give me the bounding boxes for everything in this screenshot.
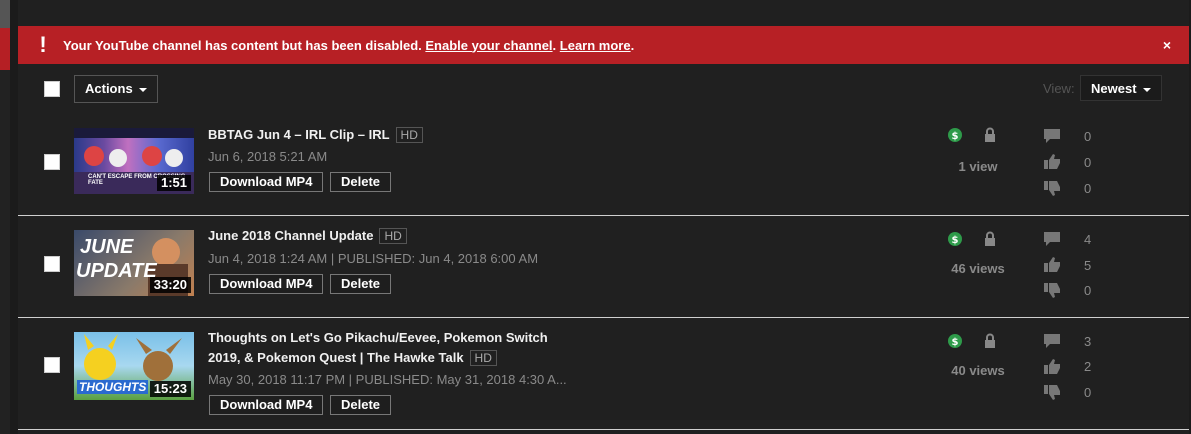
svg-text:$: $: [952, 337, 959, 348]
thumbs-up-icon: [1044, 154, 1060, 169]
video-row: CAN'T ESCAPE FROM CROSSING FATE 1:51 BBT…: [18, 114, 1189, 216]
alert-text: Your YouTube channel has content but has…: [63, 37, 422, 53]
video-title[interactable]: June 2018 Channel Update HD: [208, 226, 407, 246]
dislike-count: 0: [1084, 385, 1092, 400]
sort-label: Newest: [1091, 81, 1137, 96]
delete-button[interactable]: Delete: [330, 274, 392, 294]
comment-icon: [1044, 232, 1060, 246]
learn-more-link[interactable]: Learn more: [560, 38, 631, 53]
comment-count: 4: [1084, 232, 1092, 247]
video-checkbox[interactable]: [44, 154, 60, 170]
disabled-channel-alert: ! Your YouTube channel has content but h…: [18, 26, 1189, 64]
view-count: 40 views: [951, 363, 1005, 378]
video-thumbnail[interactable]: CAN'T ESCAPE FROM CROSSING FATE 1:51: [74, 128, 194, 194]
video-title[interactable]: BBTAG Jun 4 – IRL Clip – IRL HD: [208, 125, 423, 145]
video-date: May 30, 2018 11:17 PM | PUBLISHED: May 3…: [208, 372, 567, 387]
like-count: 5: [1084, 258, 1092, 273]
video-duration: 1:51: [156, 175, 191, 191]
download-mp4-button[interactable]: Download MP4: [209, 274, 324, 294]
exclamation-icon: !: [39, 32, 47, 57]
hd-badge: HD: [379, 228, 407, 244]
left-edge-tab: [0, 0, 10, 28]
lock-icon[interactable]: [984, 333, 996, 348]
close-icon[interactable]: ×: [1163, 26, 1171, 64]
comment-count: 0: [1084, 129, 1092, 144]
thumbs-down-icon: [1044, 181, 1060, 196]
select-all-checkbox[interactable]: [44, 81, 60, 97]
download-mp4-button[interactable]: Download MP4: [209, 172, 324, 192]
lock-icon[interactable]: [984, 231, 996, 246]
hd-badge: HD: [395, 127, 423, 143]
sort-select[interactable]: Newest: [1080, 75, 1162, 101]
caret-down-icon: [138, 87, 147, 92]
delete-button[interactable]: Delete: [330, 172, 392, 192]
video-checkbox[interactable]: [44, 357, 60, 373]
dislike-count: 0: [1084, 181, 1092, 196]
dollar-icon[interactable]: $: [948, 334, 962, 348]
like-count: 2: [1084, 359, 1092, 374]
thumbs-down-icon: [1044, 385, 1060, 400]
lock-icon[interactable]: [984, 127, 996, 142]
delete-button[interactable]: Delete: [330, 395, 392, 415]
comment-icon: [1044, 129, 1060, 143]
video-date: Jun 6, 2018 5:21 AM: [208, 149, 328, 164]
row-divider: [18, 429, 1189, 430]
view-count: 1 view: [958, 159, 998, 174]
video-row: JUNE UPDATE 33:20 June 2018 Channel Upda…: [18, 216, 1189, 318]
video-date: Jun 4, 2018 1:24 AM | PUBLISHED: Jun 4, …: [208, 251, 539, 266]
video-row: THOUGHTS 15:23 Thoughts on Let's Go Pika…: [18, 318, 1189, 432]
hd-badge: HD: [469, 350, 497, 366]
dollar-icon[interactable]: $: [948, 128, 962, 142]
video-title-text: Thoughts on Let's Go Pikachu/Eevee, Poke…: [208, 330, 548, 345]
video-thumbnail[interactable]: THOUGHTS 15:23: [74, 332, 194, 400]
alert-message: Your YouTube channel has content but has…: [63, 37, 635, 53]
comment-icon: [1044, 334, 1060, 348]
thumbs-up-icon: [1044, 359, 1060, 374]
video-duration: 33:20: [149, 277, 191, 293]
left-edge: [0, 0, 10, 434]
video-duration: 15:23: [149, 381, 191, 397]
enable-channel-link[interactable]: Enable your channel: [425, 38, 552, 53]
like-count: 0: [1084, 155, 1092, 170]
svg-text:$: $: [952, 235, 959, 246]
download-mp4-button[interactable]: Download MP4: [209, 395, 324, 415]
comment-count: 3: [1084, 334, 1092, 349]
video-thumbnail[interactable]: JUNE UPDATE 33:20: [74, 230, 194, 296]
video-checkbox[interactable]: [44, 256, 60, 272]
view-label: View:: [1043, 81, 1075, 96]
thumbnail-caption-line2: UPDATE: [76, 260, 157, 282]
video-title-text: June 2018 Channel Update: [208, 228, 374, 243]
svg-text:$: $: [952, 131, 959, 142]
thumbs-down-icon: [1044, 283, 1060, 298]
dislike-count: 0: [1084, 283, 1092, 298]
thumbnail-caption-line1: JUNE: [80, 236, 134, 258]
view-count: 46 views: [951, 261, 1005, 276]
toolbar: Actions View: Newest: [18, 74, 1189, 104]
dollar-icon[interactable]: $: [948, 232, 962, 246]
video-title-text: BBTAG Jun 4 – IRL Clip – IRL: [208, 127, 390, 142]
caret-down-icon: [1142, 87, 1151, 92]
thumbs-up-icon: [1044, 257, 1060, 272]
left-edge-alert-tab: [0, 28, 10, 70]
thumbnail-caption: THOUGHTS: [77, 380, 149, 394]
actions-button[interactable]: Actions: [74, 75, 158, 103]
actions-label: Actions: [85, 81, 133, 96]
video-manager-panel: ! Your YouTube channel has content but h…: [18, 0, 1189, 434]
video-title[interactable]: Thoughts on Let's Go Pikachu/Eevee, Poke…: [208, 328, 548, 368]
video-title-text-line2: 2019, & Pokemon Quest | The Hawke Talk: [208, 350, 464, 365]
